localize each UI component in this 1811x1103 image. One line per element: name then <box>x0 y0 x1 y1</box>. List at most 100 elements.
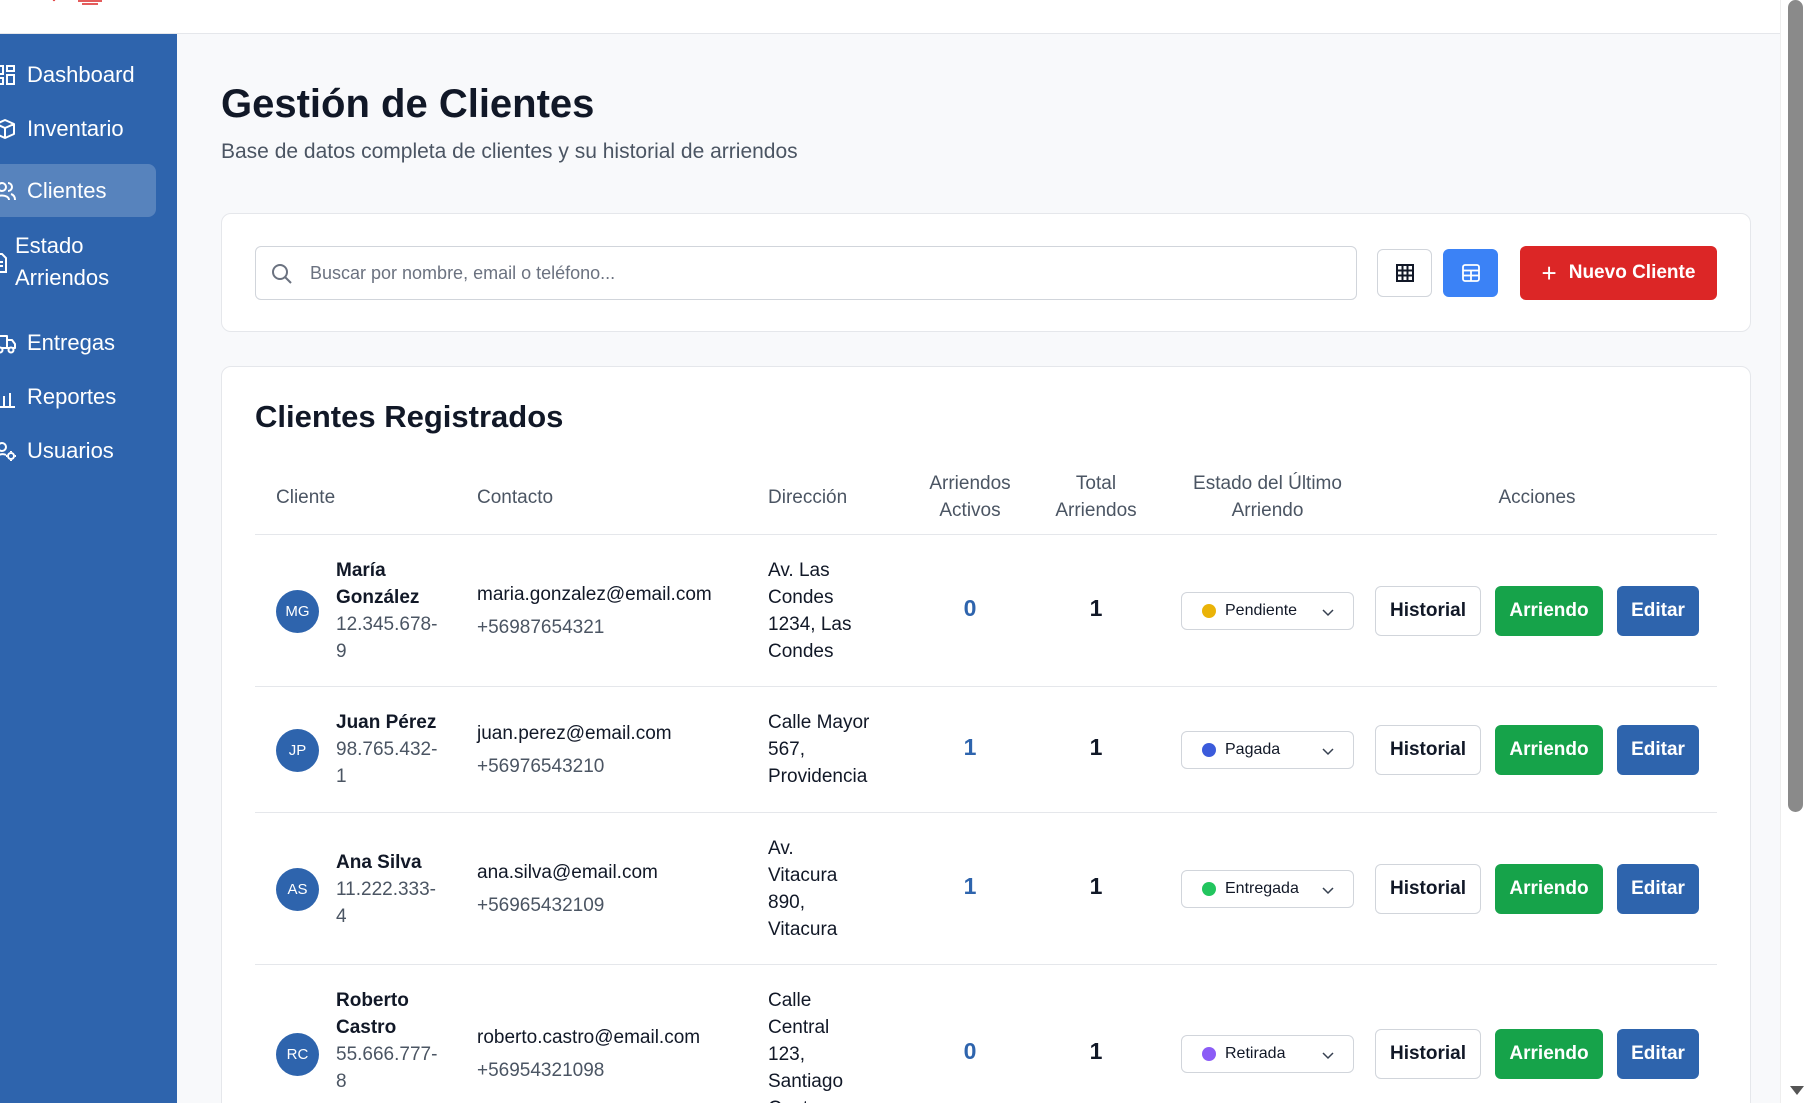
avatar: JP <box>276 729 319 772</box>
history-button[interactable]: Historial <box>1375 1029 1481 1079</box>
active-rentals-count: 0 <box>963 1038 977 1064</box>
status-label: Pagada <box>1225 741 1281 758</box>
status-select[interactable]: Pagada <box>1181 731 1354 769</box>
rental-button[interactable]: Arriendo <box>1495 725 1603 775</box>
sidebar-item-label: Inventario <box>27 116 124 141</box>
status-select[interactable]: Pendiente <box>1181 592 1354 630</box>
client-address: Calle Mayor 567, Providencia <box>768 712 870 787</box>
chevron-down-icon <box>1322 1052 1334 1060</box>
edit-button[interactable]: Editar <box>1617 864 1699 914</box>
sidebar-item-reportes[interactable]: Reportes <box>0 374 156 420</box>
new-client-button[interactable]: + Nuevo Cliente <box>1520 246 1717 300</box>
contact-cell: ana.silva@email.com +56965432109 <box>477 856 658 922</box>
column-header-acciones: Acciones <box>1498 486 1576 508</box>
total-rentals-count: 1 <box>1089 873 1103 899</box>
client-phone: +56987654321 <box>477 617 605 638</box>
search-icon <box>272 264 292 284</box>
status-dot <box>1202 1047 1216 1061</box>
main-content: Gestión de Clientes Base de datos comple… <box>177 34 1780 1103</box>
table-row: RC Roberto Castro 55.666.777-8 roberto.c… <box>255 965 1717 1103</box>
search-box <box>255 246 1357 300</box>
history-button[interactable]: Historial <box>1375 725 1481 775</box>
edit-button[interactable]: Editar <box>1617 725 1699 775</box>
table-icon <box>1461 264 1480 282</box>
page-title: Gestión de Clientes <box>221 82 595 126</box>
column-header-total-arriendos: Total Arriendos <box>1055 473 1137 521</box>
client-phone: +56965432109 <box>477 895 605 916</box>
search-input[interactable] <box>310 247 1350 299</box>
client-phone: +56976543210 <box>477 756 605 777</box>
client-address: Av. Vitacura 890, Vitacura <box>768 838 838 940</box>
column-header-arriendos-activos: Arriendos Activos <box>929 473 1011 521</box>
document-icon <box>0 253 7 273</box>
edit-button[interactable]: Editar <box>1617 586 1699 636</box>
sidebar-item-label: Dashboard <box>27 62 135 87</box>
users-icon <box>0 181 16 200</box>
contact-cell: roberto.castro@email.com +56954321098 <box>477 1021 700 1087</box>
clients-table-card: Clientes Registrados Cliente Contacto Di… <box>221 366 1751 1103</box>
client-rut: 55.666.777-8 <box>336 1044 438 1092</box>
top-bar <box>0 0 1780 34</box>
sidebar-item-usuarios[interactable]: Usuarios <box>0 428 156 474</box>
status-label: Entregada <box>1225 880 1299 897</box>
client-name: María González <box>336 560 420 608</box>
scrollbar-thumb[interactable] <box>1788 0 1803 812</box>
column-header-contacto: Contacto <box>477 486 554 508</box>
client-address: Av. Las Condes 1234, Las Condes <box>768 560 852 662</box>
contact-cell: juan.perez@email.com +56976543210 <box>477 717 672 783</box>
sidebar-item-dashboard[interactable]: Dashboard <box>0 52 156 98</box>
history-button[interactable]: Historial <box>1375 864 1481 914</box>
chevron-down-icon <box>1322 748 1334 756</box>
client-rut: 12.345.678-9 <box>336 614 438 662</box>
grid-view-button[interactable] <box>1377 249 1432 297</box>
sidebar-item-estado-arriendos[interactable]: Estado Arriendos <box>0 230 156 300</box>
scroll-down-arrow[interactable] <box>1790 1086 1804 1095</box>
client-email: ana.silva@email.com <box>477 862 658 883</box>
sidebar: Dashboard Inventario Clientes Estado Arr… <box>0 34 177 1103</box>
edit-button[interactable]: Editar <box>1617 1029 1699 1079</box>
grid-icon <box>1395 264 1414 282</box>
avatar: RC <box>276 1033 319 1076</box>
column-header-cliente: Cliente <box>276 486 336 508</box>
truck-icon <box>0 335 16 354</box>
client-name-cell: Roberto Castro 55.666.777-8 <box>336 987 446 1095</box>
client-address: Calle Central 123, Santiago Centro <box>768 990 844 1103</box>
status-select[interactable]: Retirada <box>1181 1035 1354 1073</box>
bar-chart-icon <box>0 393 15 408</box>
dashboard-icon <box>0 65 15 85</box>
client-name-cell: María González 12.345.678-9 <box>336 557 446 665</box>
sidebar-item-inventario[interactable]: Inventario <box>0 106 156 152</box>
client-email: roberto.castro@email.com <box>477 1027 701 1048</box>
client-name-cell: Ana Silva 11.222.333-4 <box>336 849 446 930</box>
chevron-down-icon <box>1322 887 1334 895</box>
rental-button[interactable]: Arriendo <box>1495 1029 1603 1079</box>
chevron-down-icon <box>1322 609 1334 617</box>
status-label: Pendiente <box>1225 602 1298 619</box>
history-button[interactable]: Historial <box>1375 586 1481 636</box>
total-rentals-count: 1 <box>1089 1038 1103 1064</box>
rental-button[interactable]: Arriendo <box>1495 586 1603 636</box>
page-subtitle: Base de datos completa de clientes y su … <box>221 140 798 163</box>
contact-cell: maria.gonzalez@email.com +56987654321 <box>477 578 712 644</box>
sidebar-item-label: Reportes <box>27 384 117 409</box>
client-name: Roberto Castro <box>336 990 409 1038</box>
sidebar-item-label: Entregas <box>27 330 116 355</box>
page-scrollbar[interactable] <box>1780 0 1811 1103</box>
column-header-direccion: Dirección <box>768 486 848 508</box>
logo <box>52 0 102 5</box>
column-header-estado: Estado del Último Arriendo <box>1193 473 1342 521</box>
status-select[interactable]: Entregada <box>1181 870 1354 908</box>
status-dot <box>1202 882 1216 896</box>
table-view-button[interactable] <box>1443 249 1498 297</box>
client-name: Ana Silva <box>336 852 422 873</box>
sidebar-item-label: Estado Arriendos <box>15 233 110 290</box>
sidebar-item-entregas[interactable]: Entregas <box>0 320 156 366</box>
sidebar-item-label: Clientes <box>27 177 107 203</box>
rental-button[interactable]: Arriendo <box>1495 864 1603 914</box>
box-icon <box>0 119 15 139</box>
new-client-label: Nuevo Cliente <box>1568 262 1696 283</box>
status-dot <box>1202 743 1216 757</box>
sidebar-item-label: Usuarios <box>27 438 114 463</box>
total-rentals-count: 1 <box>1089 734 1103 760</box>
sidebar-item-clientes[interactable]: Clientes <box>0 164 156 217</box>
